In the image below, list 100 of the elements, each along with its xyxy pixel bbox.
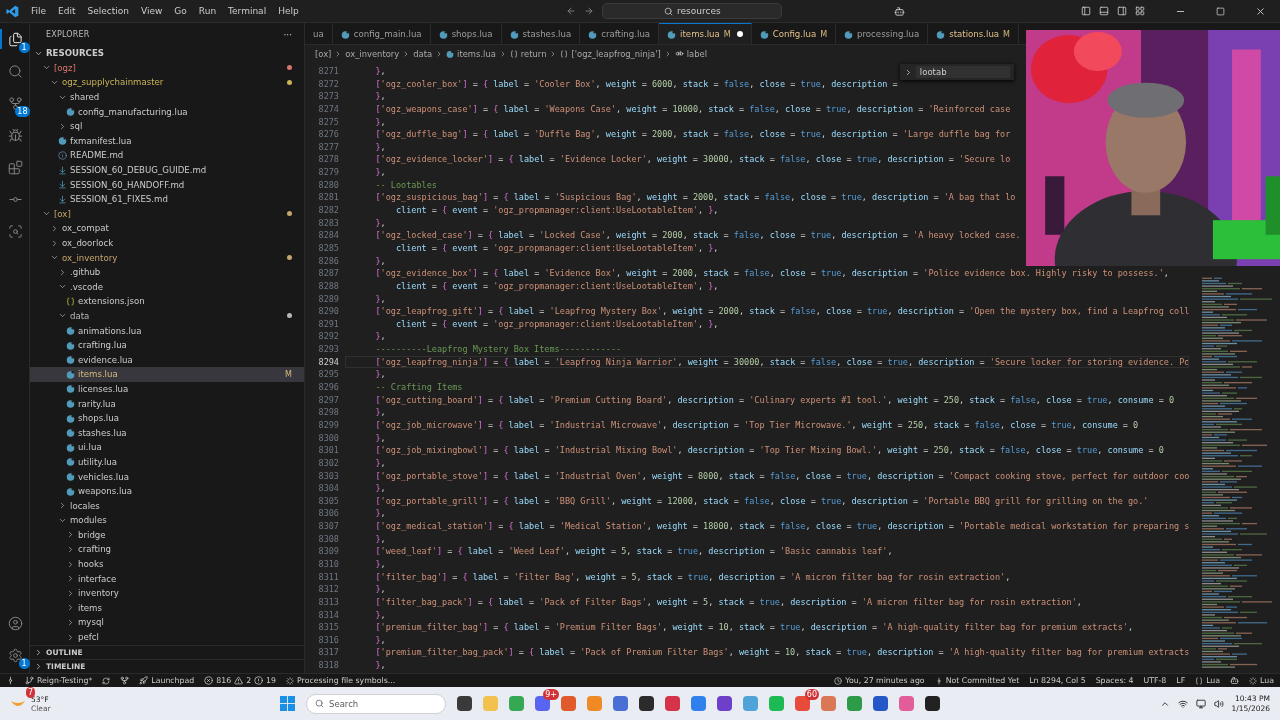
- folder-item[interactable]: pefcl: [30, 629, 304, 645]
- tree-item[interactable]: extensions.json: [30, 294, 304, 309]
- folder-item[interactable]: [ox]: [30, 206, 304, 222]
- tree-item[interactable]: rarity.lua: [30, 396, 304, 411]
- menu-item[interactable]: Help: [272, 4, 305, 18]
- breadcrumb-item[interactable]: ox_inventory: [345, 48, 400, 59]
- line-number: 8313: [317, 595, 340, 609]
- code-line: ['ogz_evidence_box'] = { label = 'Evidence Box', weight = 2000, stack = false, close = true, description = 'Police evidence box. Highly risky to possess.',: [374, 267, 1169, 280]
- menu-item[interactable]: Run: [192, 4, 223, 18]
- more-actions[interactable]: ···: [283, 29, 292, 40]
- breadcrumb-item[interactable]: data: [413, 48, 433, 59]
- fork-icon[interactable]: [120, 676, 130, 685]
- blocks-icon[interactable]: [8, 159, 23, 175]
- settings-icon[interactable]: [8, 647, 23, 663]
- notification-badge: 60: [804, 689, 819, 700]
- network-icon[interactable]: [1177, 698, 1188, 709]
- tree-item[interactable]: licenses.lua: [30, 381, 304, 397]
- breadcrumb-item[interactable]: return: [520, 48, 547, 59]
- scan-icon[interactable]: [8, 223, 23, 239]
- layout-icon[interactable]: [1135, 6, 1145, 16]
- folder-item[interactable]: bridge: [30, 527, 304, 543]
- folder-item[interactable]: ogz_supplychainmaster: [30, 75, 304, 90]
- folder-item[interactable]: mysql: [30, 615, 304, 630]
- find-field[interactable]: lootab: [915, 66, 1010, 78]
- maximize-icon[interactable]: [1216, 6, 1225, 16]
- line-number: 8288: [317, 279, 340, 293]
- volume-icon[interactable]: [1213, 698, 1224, 709]
- folder-item[interactable]: ox_compat: [30, 221, 304, 236]
- folder-item[interactable]: crafting: [30, 542, 304, 557]
- breadcrumb-item[interactable]: ['ogz_leapfrog_ninja']: [571, 48, 661, 59]
- app-icon[interactable]: [457, 696, 472, 711]
- folder-item[interactable]: hooks: [30, 556, 304, 572]
- folder-item[interactable]: data: [30, 308, 304, 324]
- folder-item[interactable]: items: [30, 600, 304, 616]
- breadcrumb-item[interactable]: label: [686, 48, 708, 59]
- monitor-icon[interactable]: [1195, 698, 1206, 709]
- moon-icon: [66, 355, 75, 365]
- menu-item[interactable]: File: [25, 4, 53, 18]
- forward-arrow-icon[interactable]: [584, 6, 595, 16]
- tree-item[interactable]: SESSION_60_DEBUG_GUIDE.md: [30, 162, 304, 178]
- folder-item[interactable]: .vscode: [30, 279, 304, 295]
- folder-item[interactable]: sql: [30, 118, 304, 134]
- bug-icon[interactable]: [8, 127, 23, 143]
- menu-item[interactable]: View: [135, 4, 169, 18]
- chevron-icon[interactable]: [904, 67, 913, 77]
- folder-item[interactable]: shared: [30, 89, 304, 105]
- tree-item[interactable]: fxmanifest.lua: [30, 133, 304, 149]
- folder-item[interactable]: inventory: [30, 585, 304, 601]
- menu-item[interactable]: Selection: [81, 4, 135, 18]
- sync-icon[interactable]: [102, 676, 111, 685]
- tree-item[interactable]: animations.lua: [30, 323, 304, 338]
- tree-item[interactable]: utility.lua: [30, 454, 304, 470]
- files-icon[interactable]: [8, 31, 23, 47]
- search-field[interactable]: Search: [306, 693, 446, 714]
- line-number: 8283: [317, 216, 340, 230]
- breadcrumb-item[interactable]: items.lua: [457, 48, 496, 59]
- close-icon[interactable]: [1255, 5, 1266, 17]
- app-icon[interactable]: [717, 696, 732, 711]
- account-icon[interactable]: [8, 615, 23, 631]
- tree-item[interactable]: items.lua M: [30, 367, 304, 382]
- tree-item[interactable]: ui.lua: [30, 440, 304, 455]
- panel-bottom-icon[interactable]: [1099, 6, 1109, 16]
- tree-item[interactable]: shops.lua: [30, 410, 304, 426]
- panel-left-icon[interactable]: [1081, 6, 1091, 16]
- folder-item[interactable]: modules: [30, 513, 304, 528]
- breadcrumb-item[interactable]: [ox]: [315, 48, 332, 59]
- count-badge: 1: [18, 42, 30, 53]
- tree-item[interactable]: README.md: [30, 148, 304, 163]
- menu-item[interactable]: Edit: [52, 4, 82, 18]
- tree-item[interactable]: config_manufacturing.lua: [30, 104, 304, 119]
- line-number: 8295: [317, 368, 340, 381]
- line-number: 8273: [317, 90, 340, 103]
- panel-right-icon[interactable]: [1117, 6, 1127, 16]
- workspace-header[interactable]: RESOURCES: [30, 46, 304, 61]
- back-arrow-icon[interactable]: [566, 6, 577, 16]
- start-icon[interactable]: [280, 696, 295, 711]
- menu-item[interactable]: Go: [168, 4, 193, 18]
- tree-item[interactable]: weapons.lua: [30, 483, 304, 499]
- tree-item[interactable]: stashes.lua: [30, 425, 304, 441]
- menu-item[interactable]: Terminal: [222, 4, 273, 18]
- tree-item[interactable]: SESSION_60_HANDOFF.md: [30, 177, 304, 192]
- app-icon[interactable]: [639, 696, 654, 711]
- folder-item[interactable]: [ogz]: [30, 60, 304, 76]
- robot-icon[interactable]: [894, 5, 905, 17]
- app-icon[interactable]: [925, 696, 940, 711]
- folder-item[interactable]: .github: [30, 264, 304, 280]
- tree-item[interactable]: evidence.lua: [30, 352, 304, 368]
- tree-item[interactable]: vehicles.lua: [30, 469, 304, 484]
- tab[interactable]: items.lua M: [659, 23, 752, 44]
- moon-icon: [446, 49, 455, 58]
- app-icon[interactable]: [873, 696, 888, 711]
- tree-item[interactable]: crafting.lua: [30, 337, 304, 353]
- robot-icon[interactable]: [1230, 676, 1240, 685]
- folder-item[interactable]: ox_inventory: [30, 250, 304, 265]
- search-icon[interactable]: [8, 63, 23, 79]
- command-center[interactable]: resources: [602, 3, 783, 19]
- folder-item[interactable]: locales: [30, 498, 304, 513]
- tree-item[interactable]: SESSION_61_FIXES.md: [30, 191, 304, 207]
- folder-item[interactable]: interface: [30, 571, 304, 586]
- folder-item[interactable]: ox_doorlock: [30, 235, 304, 251]
